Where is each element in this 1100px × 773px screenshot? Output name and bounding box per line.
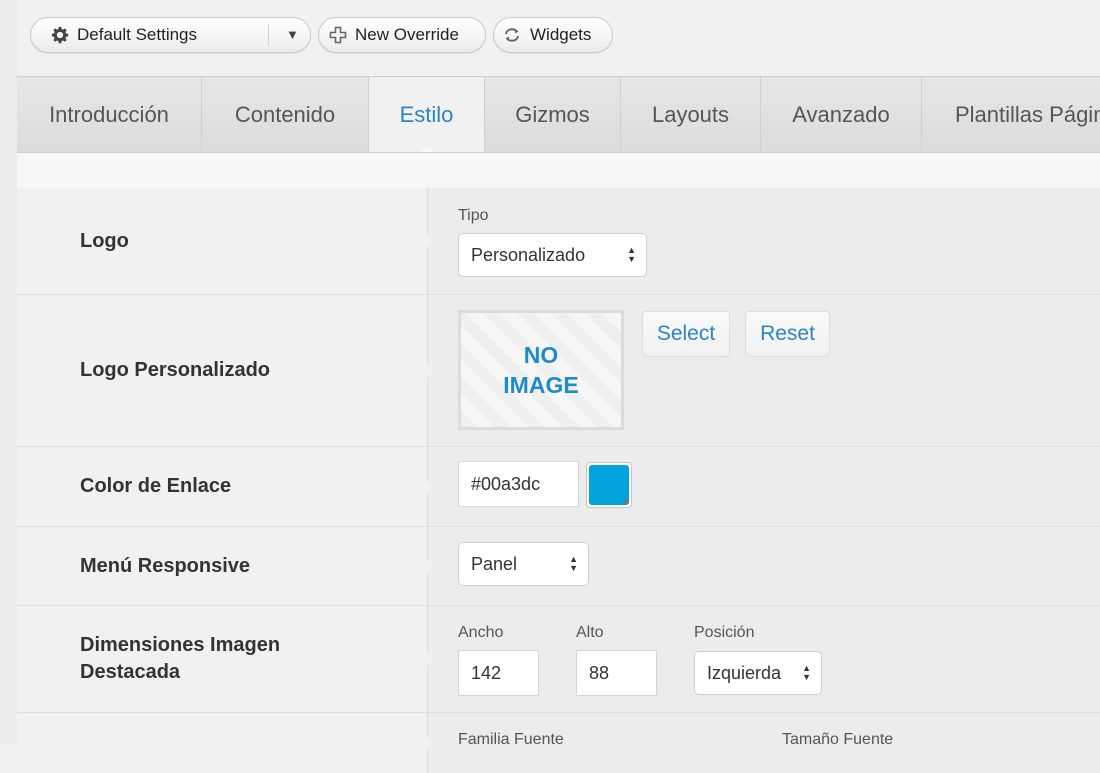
new-override-label: New Override (355, 25, 459, 44)
row-logo-custom: Logo Personalizado NO IMAGE Select Reset (17, 295, 1100, 447)
height-input[interactable]: 88 (576, 650, 657, 696)
link-color-input[interactable]: #00a3dc (458, 461, 579, 507)
row-content: Panel ▲ ▼ (427, 527, 1100, 605)
width-input[interactable]: 142 (458, 650, 539, 696)
row-featured-image: Dimensiones Imagen Destacada Ancho 142 A… (17, 606, 1100, 713)
row-label: Dimensiones Imagen Destacada (17, 606, 427, 712)
color-swatch-button[interactable] (586, 462, 632, 508)
select-arrows-icon: ▲ ▼ (802, 663, 811, 682)
row-logo: Logo Tipo Personalizado ▲ ▼ (17, 188, 1100, 295)
select-arrows-icon: ▲ ▼ (569, 554, 578, 573)
left-strip (0, 0, 17, 745)
widgets-button[interactable]: Widgets (493, 17, 613, 53)
row-label (17, 713, 427, 773)
tipo-label: Tipo (458, 207, 489, 224)
tab-bar: Introducción Contenido Estilo Gizmos Lay… (17, 76, 1100, 153)
logo-type-select[interactable]: Personalizado ▲ ▼ (458, 233, 647, 277)
reset-image-button[interactable]: Reset (745, 311, 830, 357)
no-image-placeholder: NO IMAGE (458, 310, 624, 430)
color-swatch-fill (589, 465, 629, 505)
chevron-down-icon[interactable]: ▼ (286, 27, 299, 42)
tab-gizmos[interactable]: Gizmos (485, 77, 621, 152)
font-size-label: Tamaño Fuente (782, 731, 894, 748)
refresh-icon (502, 26, 522, 44)
row-link-color: Color de Enlace #00a3dc (17, 447, 1100, 527)
no-image-text-line2: IMAGE (503, 372, 579, 398)
tab-avanzado[interactable]: Avanzado (761, 77, 922, 152)
tab-plantillas-pagina[interactable]: Plantillas Págin (922, 77, 1100, 152)
gear-icon (51, 26, 69, 44)
row-content: Tipo Personalizado ▲ ▼ (427, 188, 1100, 294)
height-label: Alto (576, 624, 604, 641)
width-label: Ancho (458, 624, 504, 641)
settings-dropdown-label: Default Settings (77, 25, 198, 44)
row-label: Logo Personalizado (17, 295, 427, 446)
responsive-menu-value: Panel (471, 553, 518, 574)
row-label: Logo (17, 188, 427, 294)
tab-estilo[interactable]: Estilo (369, 77, 485, 152)
dropdown-separator (268, 24, 269, 46)
select-arrows-icon: ▲ ▼ (627, 245, 636, 264)
responsive-menu-select[interactable]: Panel ▲ ▼ (458, 542, 589, 586)
widgets-label: Widgets (530, 25, 592, 44)
position-value: Izquierda (707, 662, 782, 683)
select-image-button[interactable]: Select (642, 311, 730, 357)
settings-panel: Default Settings ▼ New Override Widgets … (17, 0, 1100, 773)
row-label-line2: Destacada (80, 661, 181, 683)
position-label: Posición (694, 624, 755, 641)
plus-icon (329, 26, 347, 44)
font-family-label: Familia Fuente (458, 731, 564, 748)
sub-header-bar (17, 153, 1100, 189)
toolbar: Default Settings ▼ New Override Widgets (17, 0, 1100, 76)
tab-contenido[interactable]: Contenido (202, 77, 369, 152)
tab-layouts[interactable]: Layouts (621, 77, 761, 152)
row-responsive-menu: Menú Responsive Panel ▲ ▼ (17, 527, 1100, 606)
row-content: #00a3dc (427, 447, 1100, 526)
logo-type-value: Personalizado (471, 244, 586, 265)
row-label: Color de Enlace (17, 447, 427, 526)
row-content: Familia Fuente Tamaño Fuente (427, 713, 1100, 773)
row-content: Ancho 142 Alto 88 Posición Izquierda ▲ ▼ (427, 606, 1100, 712)
row-font: Familia Fuente Tamaño Fuente (17, 713, 1100, 773)
row-label-line1: Dimensiones Imagen (80, 634, 281, 656)
row-label: Menú Responsive (17, 527, 427, 605)
row-content: NO IMAGE Select Reset (427, 295, 1100, 446)
tab-introduccion[interactable]: Introducción (17, 77, 202, 152)
position-select[interactable]: Izquierda ▲ ▼ (694, 651, 822, 695)
settings-dropdown[interactable]: Default Settings ▼ (30, 17, 311, 53)
no-image-text-line1: NO (523, 342, 559, 368)
new-override-button[interactable]: New Override (318, 17, 486, 53)
